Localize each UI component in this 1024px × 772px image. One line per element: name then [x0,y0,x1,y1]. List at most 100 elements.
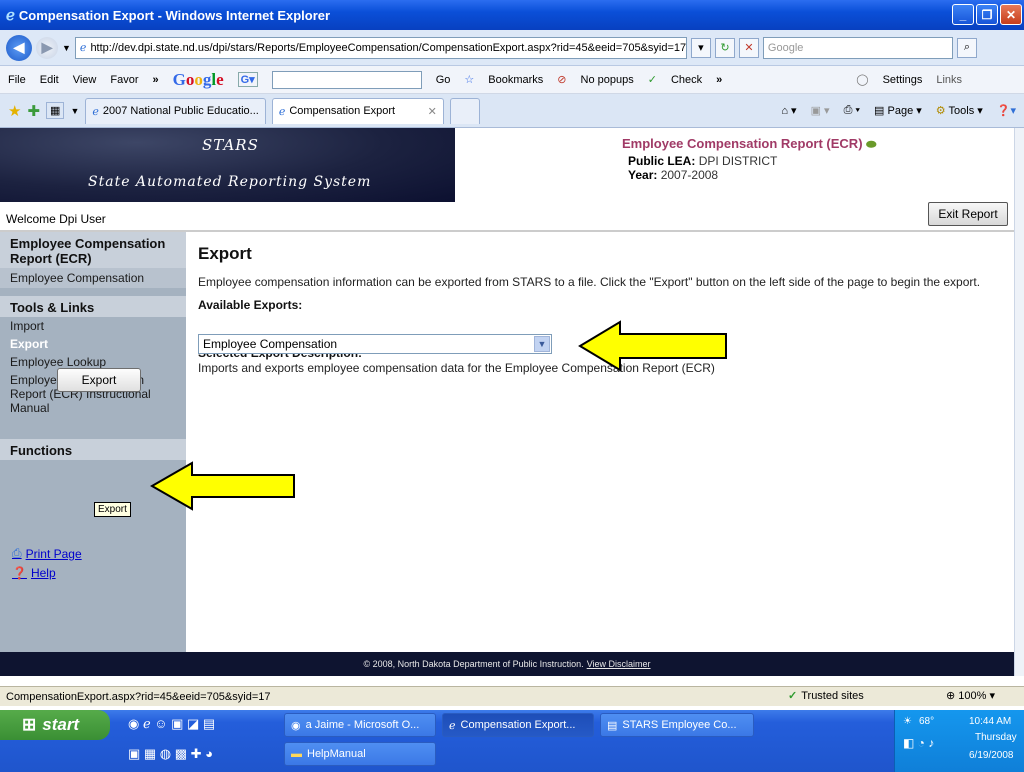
vertical-scrollbar[interactable] [1014,128,1024,676]
ie-logo-icon: ℯ [6,7,15,24]
start-button[interactable]: ⊞ start [0,710,110,740]
stars-banner: STARS State Automated Reporting System [0,128,455,202]
search-button[interactable]: ⌕ [956,37,977,58]
bookmarks-menu[interactable]: Bookmarks [488,74,543,86]
toolbar-overflow-icon[interactable]: » [716,74,722,86]
sidebar-item-import[interactable]: Import [0,317,186,335]
stop-button[interactable]: ✕ [738,37,759,58]
pill-icon: ⬬ [866,137,877,151]
tab-list-dropdown-icon[interactable]: ▼ [70,106,79,116]
outlook-icon: ◉ [291,719,301,732]
popup-blocker-icon: ⊘ [557,74,567,86]
page-title: Export [198,244,252,263]
google-go-button[interactable]: Go [436,74,451,86]
menu-favorites[interactable]: Favor [110,74,138,86]
weather-icon[interactable]: ☀ [903,716,912,727]
close-tab-icon[interactable]: ✕ [428,105,437,118]
exit-report-button[interactable]: Exit Report [928,202,1008,226]
tab-compensation-export[interactable]: ℯ Compensation Export ✕ [271,97,444,124]
check-button[interactable]: Check [671,74,702,86]
home-icon[interactable]: ⌂ ▾ [781,104,796,117]
status-bar: CompensationExport.aspx?rid=45&eeid=705&… [0,686,1024,706]
settings-menu[interactable]: Settings [883,74,923,86]
export-tooltip: Export [94,502,131,517]
address-url: http://dev.dpi.state.nd.us/dpi/stars/Rep… [90,41,687,54]
address-dropdown-button[interactable]: ▾ [690,37,711,58]
maximize-button[interactable]: ❐ [976,4,998,25]
copyright-text: © 2008, North Dakota Department of Publi… [363,659,584,669]
tab-page-icon: ℯ [278,105,286,118]
export-type-select[interactable]: Employee Compensation ▼ [198,334,552,354]
selected-export-value: Employee Compensation [203,337,338,351]
sidebar-section-ecr: Employee Compensation Report (ECR) [0,232,186,268]
menu-file[interactable]: File [8,74,26,86]
tab-national-education[interactable]: ℯ 2007 National Public Educatio... [85,97,266,124]
favorites-star-icon[interactable]: ★ [8,102,21,120]
security-zone[interactable]: ✓ Trusted sites [788,689,864,703]
lea-value: DPI DISTRICT [698,154,778,168]
tray-icons[interactable]: ◧ ◔ ♪ [903,736,934,750]
new-tab-button[interactable] [449,97,480,124]
address-input[interactable]: ℯ http://dev.dpi.state.nd.us/dpi/stars/R… [74,36,687,59]
arrow-annotation-export [150,461,295,511]
intro-text: Employee compensation information can be… [198,275,981,289]
page-footer: © 2008, North Dakota Department of Publi… [0,652,1014,676]
quicklaunch-icons-row1[interactable]: ◉ ℯ ☺ ▣ ◪ ▤ [128,716,215,732]
sidebar-section-tools: Tools & Links [0,296,186,317]
clock-date: 6/19/2008 [969,750,1014,761]
menu-view[interactable]: View [73,74,97,86]
taskbar-compensation-export[interactable]: ℯ Compensation Export... [442,713,594,737]
menu-overflow-icon[interactable]: » [152,74,158,86]
add-favorites-icon[interactable]: ✚ [27,102,40,120]
refresh-button[interactable]: ↻ [714,37,735,58]
history-dropdown-icon[interactable]: ▼ [62,43,71,53]
page-menu[interactable]: ▤ Page ▾ [874,104,922,117]
window-titlebar[interactable]: ℯ Compensation Export - Windows Internet… [0,0,1024,30]
taskbar-outlook[interactable]: ◉ a Jaime - Microsoft O... [284,713,436,737]
menu-edit[interactable]: Edit [40,74,59,86]
menu-toolbar: File Edit View Favor » Google G▾ Go ☆ Bo… [0,66,1024,94]
report-title-text: Employee Compensation Report (ECR) [622,136,863,151]
zoom-control[interactable]: ⊕ 100% ▾ [946,689,995,702]
checkmark-icon: ✓ [788,690,798,702]
taskbar-outlook-label: a Jaime - Microsoft O... [305,719,420,731]
forward-button[interactable]: ▶ [36,36,58,59]
view-disclaimer-link[interactable]: View Disclaimer [587,659,651,669]
search-input[interactable]: Google [762,36,953,59]
taskbar-helpmanual[interactable]: ▬ HelpManual [284,742,436,766]
status-url: CompensationExport.aspx?rid=45&eeid=705&… [6,690,271,703]
no-popups-button[interactable]: No popups [581,74,634,86]
tab-bar: ★ ✚ ▦ ▼ ℯ 2007 National Public Educatio.… [0,94,1024,128]
help-link[interactable]: ❓ Help [12,566,56,580]
taskbar-word-doc[interactable]: ▤ STARS Employee Co... [600,713,754,737]
tools-menu-label: Tools [948,105,975,117]
clock-time[interactable]: 10:44 AM [969,716,1011,727]
lea-info: Public LEA: DPI DISTRICT [628,154,777,168]
sidebar-item-export[interactable]: Export [0,335,186,353]
google-g-icon[interactable]: G▾ [237,72,258,87]
tools-menu[interactable]: ⚙ Tools ▾ [936,104,983,117]
google-search-input[interactable] [271,70,422,89]
links-button[interactable]: Links [936,74,962,86]
feeds-icon[interactable]: ▣ ▾ [811,104,830,117]
quick-tabs-icon[interactable]: ▦ [46,102,65,119]
printer-icon: ⎙ [12,546,22,560]
google-toolbar-logo: Google [172,69,224,89]
close-window-button[interactable]: ✕ [1000,4,1022,25]
minimize-button[interactable]: _ [952,4,974,25]
help-menu-icon[interactable]: ❓▾ [997,104,1016,117]
export-button[interactable]: Export [57,368,141,392]
welcome-text: Welcome Dpi User [6,212,106,226]
system-tray: ☀ 68° 10:44 AM Thursday 6/19/2008 ◧ ◔ ♪ [894,710,1024,772]
start-label: start [42,715,80,734]
sidebar-item-employee-compensation[interactable]: Employee Compensation [0,268,186,288]
back-button[interactable]: ◀ [6,34,32,61]
print-icon[interactable]: ⎙ ▾ [844,104,860,117]
tab-label: Compensation Export [289,105,396,117]
clock-day: Thursday [975,732,1017,743]
chevron-down-icon[interactable]: ▼ [534,336,550,352]
taskbar-helpmanual-label: HelpManual [307,748,366,760]
quicklaunch-icons-row2[interactable]: ▣ ▦ ◍ ▩ ✚ ◕ [128,746,213,762]
star-bookmark-icon[interactable]: ☆ [464,73,474,86]
print-page-link[interactable]: ⎙ Print Page [12,546,82,561]
